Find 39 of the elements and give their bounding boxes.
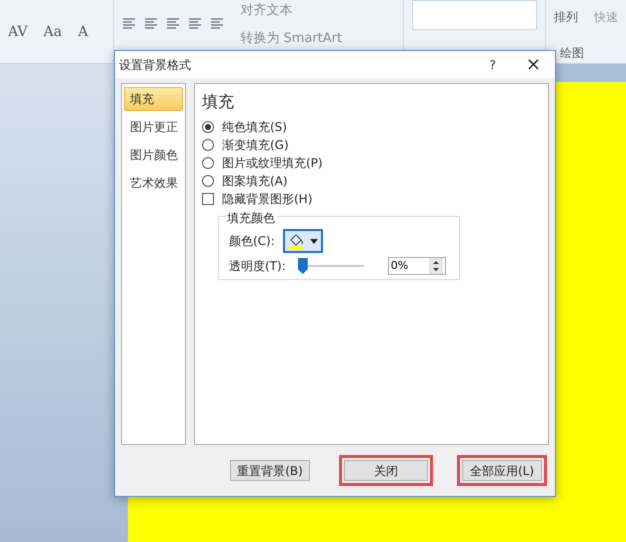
radio-button[interactable] [202, 175, 214, 187]
align-icon[interactable] [188, 18, 202, 30]
spin-arrows-icon[interactable] [428, 258, 443, 274]
window-title: 设置背景格式 [119, 56, 192, 74]
nav-item[interactable]: 图片颜色 [124, 143, 183, 167]
close-button[interactable]: × [526, 51, 541, 78]
dialog-button[interactable]: 关闭 [344, 460, 428, 481]
field-label: 透明度(T): [229, 258, 286, 275]
field-label: 颜色(C): [229, 233, 275, 250]
font-tool-button[interactable]: A [78, 22, 88, 42]
radio-label: 渐变填充(G) [222, 137, 289, 154]
nav-item[interactable]: 填充 [124, 87, 183, 111]
slider-thumb[interactable] [298, 258, 308, 274]
radio-label: 纯色填充(S) [222, 119, 287, 136]
caret-icon [310, 238, 318, 244]
checkbox[interactable] [202, 193, 214, 205]
align-icon[interactable] [144, 18, 158, 30]
radio-button[interactable] [202, 139, 214, 151]
align-icon[interactable] [166, 18, 180, 30]
color-picker-button[interactable] [282, 229, 323, 253]
group-title: 填充颜色 [225, 209, 277, 227]
spin-box[interactable]: 0% [388, 257, 446, 275]
arrange-button[interactable]: 排列 [554, 8, 578, 26]
font-tool-button[interactable]: Aa [44, 22, 62, 42]
nav-item[interactable]: 艺术效果 [124, 171, 183, 195]
dialog-button[interactable]: 全部应用(L) [462, 460, 542, 481]
radio-label: 图片或纹理填充(P) [222, 155, 323, 172]
align-icon[interactable] [210, 18, 224, 30]
font-tool-button[interactable]: AV [8, 22, 28, 42]
help-button[interactable]: ? [490, 56, 496, 74]
section-heading: 填充 [202, 91, 235, 113]
nav-item[interactable]: 图片更正 [124, 115, 183, 139]
radio-label: 图案填充(A) [222, 173, 288, 190]
align-icon[interactable] [122, 18, 136, 30]
radio-button[interactable] [202, 157, 214, 169]
group-label: 绘图 [560, 45, 584, 62]
checkbox-label: 隐藏背景图形(H) [222, 191, 312, 208]
radio-button[interactable] [202, 121, 214, 133]
dialog-button[interactable]: 重置背景(B) [230, 460, 310, 481]
